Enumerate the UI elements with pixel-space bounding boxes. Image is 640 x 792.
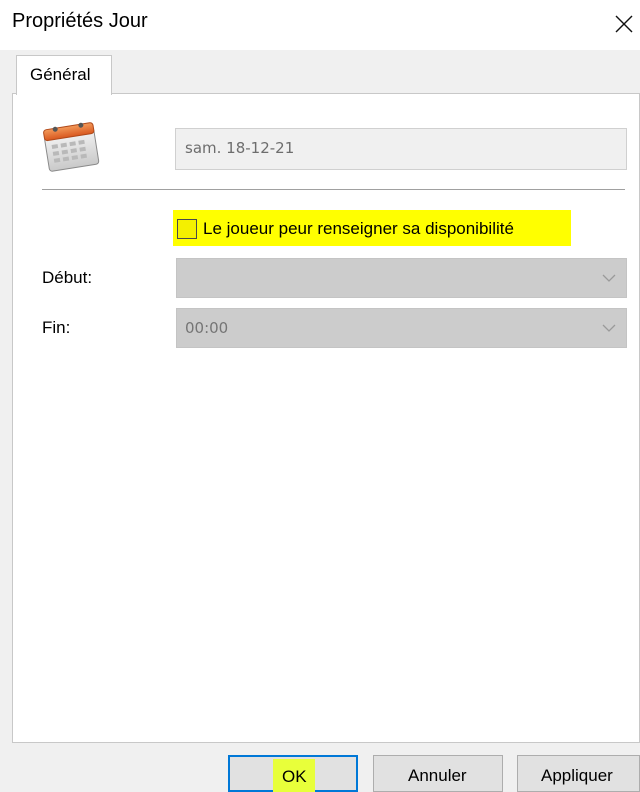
tab-general-label: Général: [30, 65, 91, 84]
close-button[interactable]: [600, 4, 640, 44]
fin-value: 00:00: [185, 319, 229, 337]
debut-select[interactable]: [176, 258, 627, 298]
debut-label: Début:: [42, 268, 93, 287]
cancel-button[interactable]: Annuler: [373, 755, 503, 792]
title-bar: Propriétés Jour: [0, 0, 640, 50]
apply-button-label: Appliquer: [541, 766, 613, 785]
chevron-down-icon: [602, 324, 616, 332]
fin-label: Fin:: [42, 318, 71, 337]
availability-checkbox-label: Le joueur peur renseigner sa disponibili…: [203, 219, 514, 238]
ok-button[interactable]: OK: [228, 755, 358, 792]
tab-general[interactable]: Général: [16, 55, 112, 95]
availability-checkbox[interactable]: Le joueur peur renseigner sa disponibili…: [173, 210, 571, 246]
close-icon: [615, 15, 633, 33]
separator-line: [42, 189, 625, 191]
calendar-icon: [43, 122, 100, 172]
fin-select[interactable]: 00:00: [176, 308, 627, 348]
chevron-down-icon: [602, 274, 616, 282]
checkbox-box[interactable]: [177, 219, 197, 239]
date-field: sam. 18-12-21: [175, 128, 627, 170]
window-title: Propriétés Jour: [12, 10, 148, 32]
cancel-button-label: Annuler: [408, 766, 467, 785]
apply-button[interactable]: Appliquer: [517, 755, 640, 792]
ok-button-label: OK: [282, 767, 307, 786]
